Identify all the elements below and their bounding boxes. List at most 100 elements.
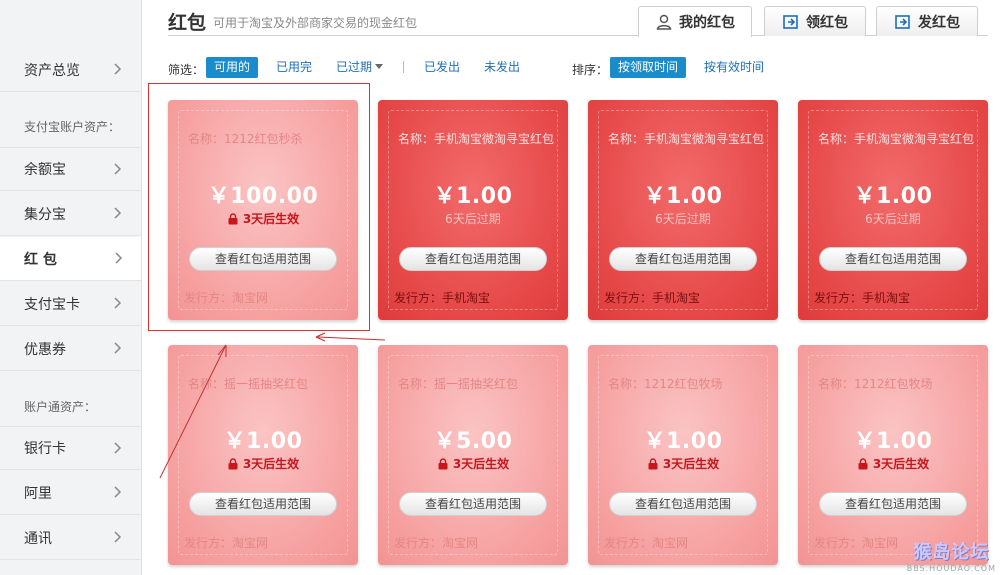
sidebar-item-label: 阿里 [24, 485, 52, 502]
lock-icon [228, 212, 238, 224]
chevron-right-icon [114, 486, 122, 498]
card-amount: ￥100.00 [207, 184, 319, 209]
card-status: 3天后生效 [798, 455, 988, 472]
sidebar-item-label: 集分宝 [24, 206, 66, 223]
view-scope-button[interactable]: 查看红包适用范围 [609, 492, 757, 516]
card-name: 名称：手机淘宝微淘寻宝红包 [398, 132, 555, 146]
lock-icon [648, 457, 658, 469]
sidebar-section-account: 账户通资产： [24, 400, 97, 414]
view-scope-button[interactable]: 查看红包适用范围 [189, 247, 337, 271]
chevron-right-icon [114, 342, 122, 354]
filter-expired[interactable]: 已过期 [328, 57, 391, 78]
lock-icon [858, 457, 868, 469]
card-status-text: 6天后过期 [865, 212, 921, 226]
page-title: 红包 [168, 12, 207, 34]
filter-label: 筛选： [168, 63, 205, 77]
view-scope-button[interactable]: 查看红包适用范围 [819, 492, 967, 516]
card-status-text: 3天后生效 [872, 457, 930, 471]
sidebar-item-label: 余额宝 [24, 162, 66, 178]
sidebar-item-yuebao[interactable]: 余额宝 [0, 147, 140, 191]
sidebar-item-ali[interactable]: 阿里 [0, 471, 140, 515]
card-status: 3天后生效 [588, 455, 778, 472]
tab-label: 领红包 [806, 14, 848, 31]
watermark-url: BBS.HOUDAO.COM [906, 564, 996, 573]
sidebar-item-label: 支付宝卡 [24, 296, 80, 313]
card-issuer: 发行方：淘宝网 [394, 536, 479, 550]
lock-icon [228, 457, 238, 469]
filter-sent[interactable]: 已发出 [416, 57, 468, 78]
watermark-title: 猴岛论坛 [913, 542, 990, 563]
card-amount: ￥1.00 [433, 184, 513, 209]
view-scope-button[interactable]: 查看红包适用范围 [819, 247, 967, 271]
chevron-right-icon [114, 163, 122, 175]
chevron-right-icon [114, 297, 122, 309]
tab-my-hongbao[interactable]: 我的红包 [638, 6, 752, 37]
card-amount: ￥1.00 [223, 429, 303, 454]
send-envelope-icon [895, 14, 910, 29]
user-icon [656, 14, 672, 30]
lock-icon [438, 457, 448, 469]
card-status-text: 3天后生效 [242, 212, 300, 226]
chevron-right-icon [115, 252, 123, 264]
sidebar-item-label: 红 包 [24, 251, 57, 268]
sidebar-item-coupons[interactable]: 优惠券 [0, 327, 140, 371]
sidebar-item-hongbao[interactable]: 红 包 [0, 237, 141, 281]
card-issuer: 发行方：手机淘宝 [604, 291, 701, 305]
chevron-right-icon [114, 207, 122, 219]
forum-watermark: 猴岛论坛 BBS.HOUDAO.COM [907, 538, 996, 573]
card-status-text: 6天后过期 [445, 212, 501, 226]
chevron-right-icon [114, 63, 122, 75]
card-name: 名称：摇一摇抽奖红包 [188, 377, 309, 391]
card-name: 名称：1212红包牧场 [818, 377, 933, 391]
sidebar-section-alipay: 支付宝账户资产： [24, 120, 121, 134]
card-name: 名称：1212红包牧场 [608, 377, 723, 391]
card-name: 名称：手机淘宝微淘寻宝红包 [608, 132, 765, 146]
card-status-text: 3天后生效 [242, 457, 300, 471]
sidebar-item-jifenbao[interactable]: 集分宝 [0, 192, 140, 236]
tab-label: 我的红包 [679, 15, 735, 31]
card-name: 名称：手机淘宝微淘寻宝红包 [818, 132, 975, 146]
hongbao-card: 名称：手机淘宝微淘寻宝红包 ￥1.00 6天后过期 查看红包适用范围 发行方：手… [378, 100, 568, 320]
card-amount: ￥5.00 [433, 429, 513, 454]
card-issuer: 发行方：手机淘宝 [394, 291, 491, 305]
hongbao-card: 名称：摇一摇抽奖红包 ￥5.00 3天后生效 查看红包适用范围 发行方：淘宝网 [378, 345, 568, 565]
sort-by-receive-time[interactable]: 按领取时间 [610, 57, 687, 78]
card-status-text: 6天后过期 [655, 212, 711, 226]
hongbao-card: 名称：1212红包牧场 ￥1.00 3天后生效 查看红包适用范围 发行方：淘宝网 [798, 345, 988, 565]
view-scope-button[interactable]: 查看红包适用范围 [189, 492, 337, 516]
card-amount: ￥1.00 [643, 429, 723, 454]
view-scope-button[interactable]: 查看红包适用范围 [609, 247, 757, 271]
card-issuer: 发行方：淘宝网 [814, 536, 899, 550]
filter-available[interactable]: 可用的 [206, 57, 259, 78]
filter-unsent[interactable]: 未发出 [476, 57, 528, 78]
card-status: 3天后生效 [378, 455, 568, 472]
filter-used[interactable]: 已用完 [268, 57, 320, 78]
hongbao-card: 名称：手机淘宝微淘寻宝红包 ￥1.00 6天后过期 查看红包适用范围 发行方：手… [588, 100, 778, 320]
sort-by-valid-time[interactable]: 按有效时间 [696, 57, 772, 78]
filter-expired-label: 已过期 [336, 60, 373, 74]
card-status: 3天后生效 [168, 455, 358, 472]
tab-receive-hongbao[interactable]: 领红包 [764, 6, 866, 36]
card-amount: ￥1.00 [853, 429, 933, 454]
filter-separator [403, 61, 404, 73]
receive-envelope-icon [783, 14, 798, 29]
view-scope-button[interactable]: 查看红包适用范围 [399, 492, 547, 516]
sidebar-item-telecom[interactable]: 通讯 [0, 516, 140, 560]
card-name: 名称：1212红包秒杀 [188, 132, 303, 146]
sidebar-item-label: 资产总览 [24, 62, 80, 79]
hongbao-card: 名称：1212红包牧场 ￥1.00 3天后生效 查看红包适用范围 发行方：淘宝网 [588, 345, 778, 565]
sidebar-item-alipay-card[interactable]: 支付宝卡 [0, 282, 140, 326]
sidebar-item-bank-card[interactable]: 银行卡 [0, 426, 140, 470]
hongbao-card: 名称：摇一摇抽奖红包 ￥1.00 3天后生效 查看红包适用范围 发行方：淘宝网 [168, 345, 358, 565]
view-scope-button[interactable]: 查看红包适用范围 [399, 247, 547, 271]
sidebar-item-overview[interactable]: 资产总览 [0, 48, 140, 92]
card-issuer: 发行方：淘宝网 [184, 536, 269, 550]
tab-label: 发红包 [918, 14, 960, 31]
card-issuer: 发行方：淘宝网 [604, 536, 689, 550]
tab-send-hongbao[interactable]: 发红包 [876, 6, 978, 36]
sidebar-item-label: 优惠券 [24, 341, 66, 358]
hongbao-card: 名称：1212红包秒杀 ￥100.00 3天后生效 查看红包适用范围 发行方：淘… [168, 100, 358, 320]
card-name: 名称：摇一摇抽奖红包 [398, 377, 519, 391]
sort-label: 排序： [572, 63, 609, 77]
hongbao-card: 名称：手机淘宝微淘寻宝红包 ￥1.00 6天后过期 查看红包适用范围 发行方：手… [798, 100, 988, 320]
